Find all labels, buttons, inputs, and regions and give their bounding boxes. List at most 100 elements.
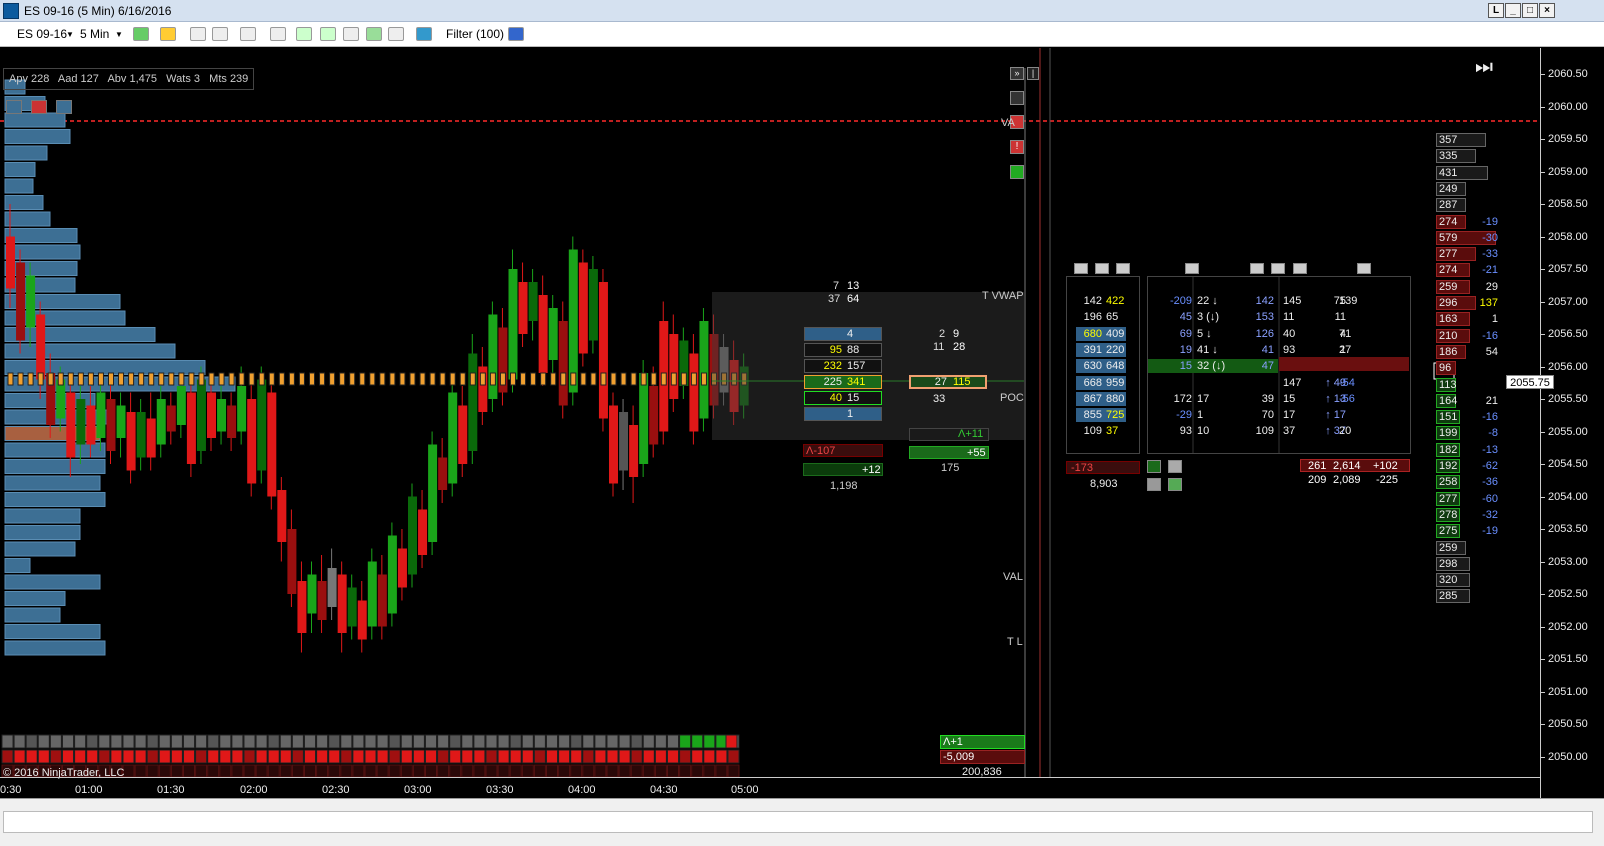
addon-icon[interactable] (416, 27, 432, 41)
pin-icon[interactable]: | (1027, 67, 1039, 80)
push-pin-icon[interactable] (1010, 91, 1024, 105)
depth-value: 296 (1439, 297, 1458, 309)
heat-cell-low (158, 764, 171, 778)
play-icon[interactable] (1147, 460, 1161, 473)
heat-cell-top (558, 734, 571, 749)
candle-marker (108, 372, 114, 386)
candle-body (327, 568, 337, 607)
profile-bar (4, 277, 76, 293)
flow-cell: 126 (1255, 327, 1274, 340)
candle-body (699, 321, 709, 419)
price-tick-label: 2052.00 (1548, 620, 1588, 633)
refresh-icon[interactable] (1147, 478, 1161, 491)
flow-cell: 17 (1197, 392, 1210, 405)
heat-cell-low (170, 764, 183, 778)
cell: 37 (828, 293, 841, 305)
collapse-icon[interactable] (1185, 263, 1199, 274)
flow-cell (1322, 359, 1346, 373)
heat-cell-top (122, 734, 135, 749)
data-box-icon[interactable] (270, 27, 286, 41)
candle-marker (47, 372, 54, 386)
candle-marker (690, 372, 697, 386)
candle-body (438, 457, 448, 490)
expand-icon[interactable]: » (1010, 67, 1024, 80)
profile-bar (4, 162, 36, 177)
heat-cell-top (509, 734, 522, 749)
chevron-down-icon[interactable]: ▼ (66, 30, 74, 39)
down-arrow-icon[interactable] (1250, 263, 1264, 274)
heat-cell-low (231, 764, 244, 778)
warning-icon[interactable]: ! (1010, 140, 1024, 154)
collapse-icon[interactable] (1357, 263, 1371, 274)
scroll-to-end-icon[interactable]: ⏭ (1475, 56, 1497, 78)
collapse-icon[interactable] (1095, 263, 1109, 274)
heat-cell-low (461, 764, 474, 778)
heat-cell-mid (267, 749, 280, 764)
heat-cell-low (219, 764, 232, 778)
heat-cell-low (703, 764, 716, 778)
heat-cell-low (340, 764, 353, 778)
heat-cell-mid (449, 749, 462, 764)
depth-delta: 54 (1485, 345, 1498, 358)
instrument-selector[interactable]: ES 09-16 (17, 27, 67, 41)
heat-cell-mid (691, 749, 704, 764)
minimize-button[interactable]: _ (1505, 3, 1521, 18)
horizontal-scrollbar[interactable] (0, 798, 1604, 846)
filter-button[interactable]: Filter (100) (446, 27, 504, 41)
down-arrow-icon[interactable] (1074, 263, 1088, 274)
flow-cell: 172 (1173, 392, 1192, 405)
settings-icon[interactable] (1168, 460, 1182, 473)
chart-panel[interactable]: Apv 228 Aad 127 Abv 1,475 Wats 3 Mts 239… (0, 48, 1540, 798)
profile-bar (4, 360, 206, 375)
bars-icon[interactable] (296, 27, 312, 41)
depth-delta: -32 (1482, 508, 1498, 521)
heat-cell-low (546, 764, 558, 778)
cursor-icon[interactable] (240, 27, 256, 41)
close-button[interactable]: × (1539, 3, 1555, 18)
flow-cell: 45 (1179, 311, 1192, 324)
heat-cell-mid (74, 749, 87, 764)
profile-toggle-icon[interactable] (6, 100, 22, 114)
footprint-ask: 33 (933, 393, 946, 405)
zoom-out-icon[interactable] (212, 27, 228, 41)
candle-body (387, 535, 397, 614)
maximize-button[interactable]: □ (1522, 3, 1538, 18)
candle-marker (429, 372, 436, 386)
chart-style-icon[interactable] (133, 27, 149, 41)
heat-cell-top (134, 734, 147, 749)
properties-icon[interactable] (388, 27, 404, 41)
ladder-delta: -173 (1071, 462, 1094, 474)
ladder-toggle-icon[interactable] (56, 100, 72, 114)
price-tick-label: 2050.00 (1548, 750, 1588, 763)
heat-cell-top (715, 734, 728, 749)
time-tick-label: 04:00 (568, 784, 596, 796)
money-icon[interactable] (366, 27, 382, 41)
pencil-icon[interactable] (160, 27, 176, 41)
candle-toggle-icon[interactable] (31, 100, 47, 114)
time-tick-label: 05:00 (731, 784, 759, 796)
up-arrow-icon[interactable] (1293, 263, 1307, 274)
depth-value: 274 (1439, 215, 1458, 228)
link-button[interactable]: L (1488, 3, 1504, 18)
heat-cell-mid (400, 749, 413, 764)
strategies-icon[interactable] (343, 27, 359, 41)
up-arrow-icon[interactable] (1116, 263, 1130, 274)
footprint-bid: 27 (934, 376, 947, 388)
tag-icon[interactable] (1168, 478, 1182, 491)
indicators-icon[interactable] (320, 27, 336, 41)
dollar-icon[interactable] (508, 27, 524, 41)
candle-marker (77, 372, 84, 386)
scrollbar-track[interactable] (3, 811, 1593, 833)
price-tick-label: 2060.50 (1548, 68, 1588, 80)
collapse-icon[interactable] (1271, 263, 1285, 274)
zoom-in-icon[interactable] (190, 27, 206, 41)
candle-marker (309, 372, 315, 386)
chevron-down-icon[interactable]: ▼ (115, 30, 123, 39)
interval-selector[interactable]: 5 Min (80, 27, 109, 41)
price-tick-label: 2053.00 (1548, 555, 1588, 568)
heat-cell-top (425, 734, 437, 749)
candle-marker (238, 372, 245, 386)
flag-icon[interactable] (1010, 165, 1024, 179)
val-label: VAL (1003, 571, 1023, 583)
heat-cell-mid (49, 749, 62, 764)
